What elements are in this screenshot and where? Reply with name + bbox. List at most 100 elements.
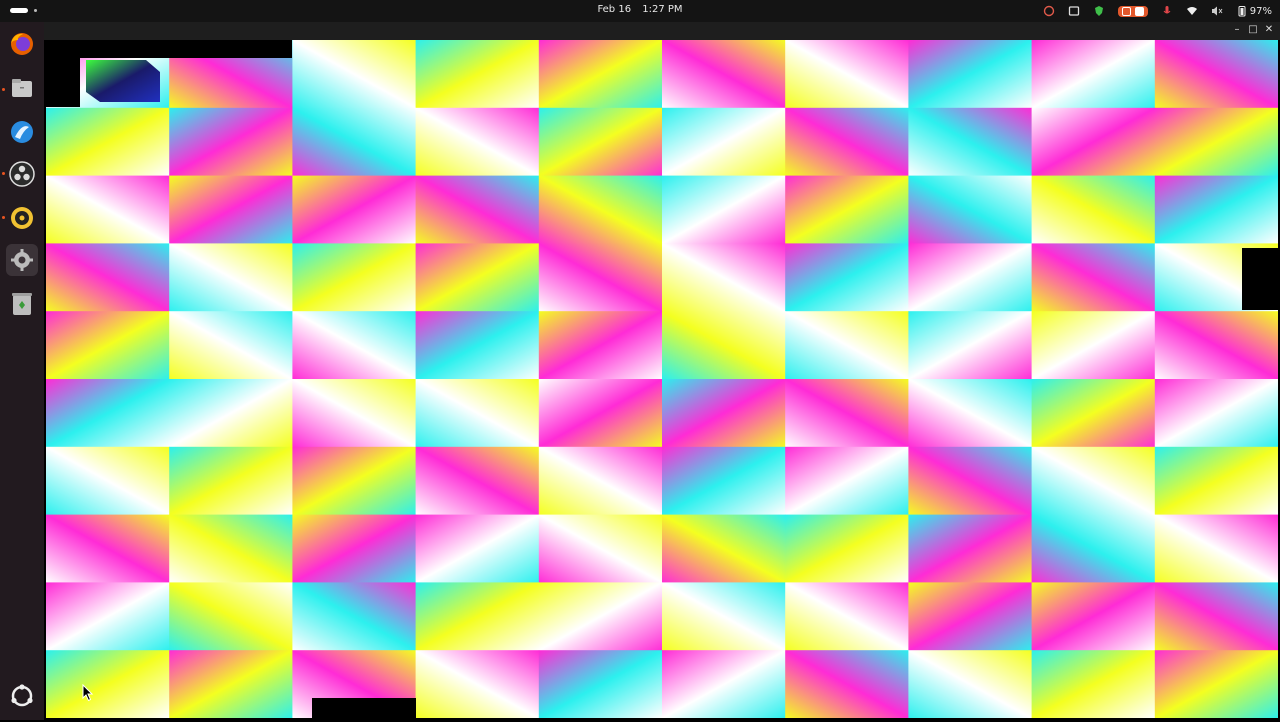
gradient-tile [46, 311, 170, 380]
gradient-tile [785, 582, 909, 651]
gradient-tile [46, 379, 170, 448]
gradient-tile [1031, 40, 1156, 109]
gradient-tile [169, 650, 293, 719]
gradient-tile [46, 514, 170, 583]
dock-rhythmbox[interactable] [6, 202, 38, 234]
stop-icon[interactable] [1134, 6, 1144, 16]
void-region [1242, 248, 1278, 310]
dock-firefox[interactable] [6, 28, 38, 60]
battery-icon [1238, 6, 1246, 17]
gradient-tile [785, 311, 909, 380]
wifi-icon[interactable] [1186, 5, 1198, 17]
gradient-tile [169, 311, 293, 380]
gradient-tile [908, 175, 1033, 244]
void-region [312, 698, 416, 718]
dock-running-dot [2, 172, 5, 175]
gradient-tile [662, 446, 786, 516]
gradient-tile [169, 379, 293, 448]
gradient-tile [1154, 175, 1279, 244]
gradient-tile [785, 446, 909, 516]
gradient-tile [662, 650, 786, 719]
gradient-tile [538, 40, 663, 109]
close-icon[interactable]: ✕ [1264, 24, 1274, 36]
gradient-tile [415, 650, 540, 719]
window-titlebar[interactable]: – □ ✕ [44, 22, 1280, 40]
dock-show-apps[interactable] [6, 680, 38, 712]
gradient-tile [46, 446, 170, 516]
gradient-tile [785, 175, 909, 244]
gradient-tile [292, 379, 417, 448]
gradient-tile [662, 514, 786, 583]
mouse-cursor-icon [82, 684, 94, 702]
gradient-tile [169, 514, 293, 583]
maximize-icon[interactable]: □ [1248, 24, 1258, 36]
gradient-tile [1154, 650, 1279, 719]
gradient-tile [785, 379, 909, 448]
gradient-tile [908, 446, 1033, 516]
dock-software[interactable] [6, 116, 38, 148]
gradient-tile [662, 379, 786, 448]
gradient-tile [415, 379, 540, 448]
gradient-tile [169, 243, 293, 312]
gradient-tile [538, 175, 663, 244]
gradient-tile [292, 311, 417, 380]
firefox-icon [11, 33, 33, 55]
screen-record-indicator[interactable] [1117, 5, 1148, 17]
gradient-tile [1031, 175, 1156, 244]
screen-icon[interactable] [1068, 5, 1080, 17]
dock-obs[interactable] [6, 158, 38, 190]
gradient-tile [1031, 311, 1156, 380]
gradient-tile [169, 446, 293, 516]
render-canvas[interactable] [46, 40, 1279, 719]
rhythmbox-icon [11, 207, 33, 229]
gradient-tile [908, 243, 1033, 312]
gradient-tile [538, 650, 663, 719]
shield-icon[interactable] [1093, 5, 1105, 17]
gradient-tile [46, 107, 170, 177]
gradient-tile [908, 514, 1033, 583]
microphone-muted-icon[interactable] [1161, 5, 1173, 17]
gradient-tile [785, 40, 909, 109]
gradient-tile [908, 379, 1033, 448]
dock-files[interactable] [6, 72, 38, 104]
gradient-tile [1154, 40, 1279, 109]
gradient-tile [1154, 379, 1279, 448]
gradient-tile [662, 311, 786, 380]
gradient-tile [292, 107, 417, 177]
gradient-tile [46, 243, 170, 312]
gradient-tile [292, 40, 417, 109]
system-tray[interactable]: 97% [1043, 3, 1272, 19]
show-apps-icon [11, 684, 33, 707]
gradient-tile [46, 582, 170, 651]
volume-muted-icon[interactable] [1211, 5, 1223, 17]
gradient-tile [908, 107, 1033, 177]
gradient-tile [785, 514, 909, 583]
gradient-tile [169, 175, 293, 244]
battery-indicator[interactable]: 97% [1236, 5, 1272, 17]
gradient-tile-grid [46, 40, 1279, 719]
gradient-tile [415, 40, 540, 109]
minimize-icon[interactable]: – [1232, 24, 1242, 36]
gradient-tile [1154, 514, 1279, 583]
ubuntu-update-icon[interactable] [1043, 5, 1055, 17]
battery-percent: 97% [1249, 5, 1272, 17]
gradient-tile [1031, 107, 1156, 177]
dock [0, 22, 44, 720]
dock-running-dot [2, 88, 5, 91]
gradient-tile [538, 379, 663, 448]
gradient-tile [292, 243, 417, 312]
gradient-tile [662, 582, 786, 651]
gradient-tile [292, 582, 417, 651]
gradient-tile [1154, 446, 1279, 516]
gradient-tile [785, 243, 909, 312]
dock-trash[interactable] [6, 288, 38, 320]
gradient-tile [908, 650, 1033, 719]
dock-settings[interactable] [6, 244, 38, 276]
gradient-tile [415, 311, 540, 380]
gradient-tile [415, 243, 540, 312]
gradient-tile [785, 650, 909, 719]
gradient-tile [169, 582, 293, 651]
void-region [46, 58, 80, 107]
dock-running-dot [2, 216, 5, 219]
obs-icon [9, 161, 35, 187]
